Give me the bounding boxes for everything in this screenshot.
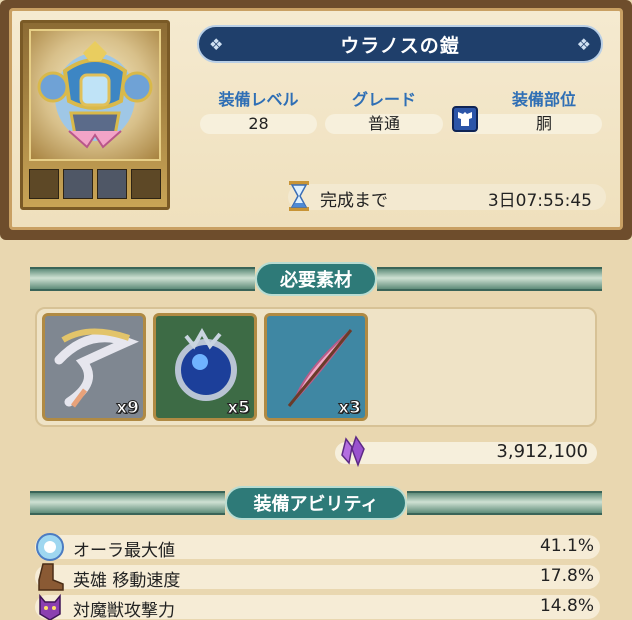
stat-level: 装備レベル 28 [200,86,317,134]
armor-icon [29,29,161,161]
stat-value: 28 [200,114,317,134]
ability-row: 対魔獣攻撃力 14.8% [35,592,600,620]
material-count: x3 [338,398,362,419]
abilities-title: 装備アビリティ [225,486,407,520]
stat-label: 装備レベル [218,90,299,109]
ability-name: オーラ最大値 [73,541,175,561]
stat-grade: グレード 普通 [325,86,443,134]
gold-cost: 3,912,100 [496,441,588,462]
ability-row: 英雄 移動速度 17.8% [35,562,600,592]
material-item[interactable]: x5 [153,313,257,421]
body-armor-icon [452,106,478,132]
equipment-title-banner: ❖ ウラノスの鎧 ❖ [197,25,603,63]
ability-value: 17.8% [539,566,594,586]
demon-icon [35,592,65,620]
rune-slots [29,169,161,199]
materials-header: 必要素材 [30,262,602,296]
rune-slot[interactable] [29,169,59,199]
header-ornament [407,491,602,515]
rune-slot[interactable] [97,169,127,199]
purple-crystal-icon [338,435,368,471]
completion-label: 完成まで [320,191,388,211]
ability-name: 対魔獣攻撃力 [73,601,175,620]
ability-value: 41.1% [539,536,594,556]
header-ornament [377,267,602,291]
rune-slot[interactable] [131,169,161,199]
rune-slot[interactable] [63,169,93,199]
material-item[interactable]: x9 [42,313,146,421]
material-count: x9 [116,398,140,419]
completion-timer: 3日07:55:45 [487,191,592,211]
boot-icon [35,562,65,592]
ability-row: オーラ最大値 41.1% [35,532,600,562]
header-ornament [30,267,255,291]
equipment-title: ウラノスの鎧 [340,34,460,57]
stat-value: 普通 [325,114,443,134]
aura-icon [35,532,65,562]
header-ornament [30,491,225,515]
materials-title: 必要素材 [255,262,377,296]
material-item[interactable]: x3 [264,313,368,421]
ornament-icon: ❖ [576,34,591,54]
ornament-icon: ❖ [209,34,224,54]
stat-label: グレード [351,90,416,109]
hourglass-icon [287,180,311,212]
ability-name: 英雄 移動速度 [73,571,181,591]
material-count: x5 [227,398,251,419]
equipment-portrait[interactable] [20,20,170,210]
ability-value: 14.8% [539,596,594,616]
abilities-header: 装備アビリティ [30,486,602,520]
